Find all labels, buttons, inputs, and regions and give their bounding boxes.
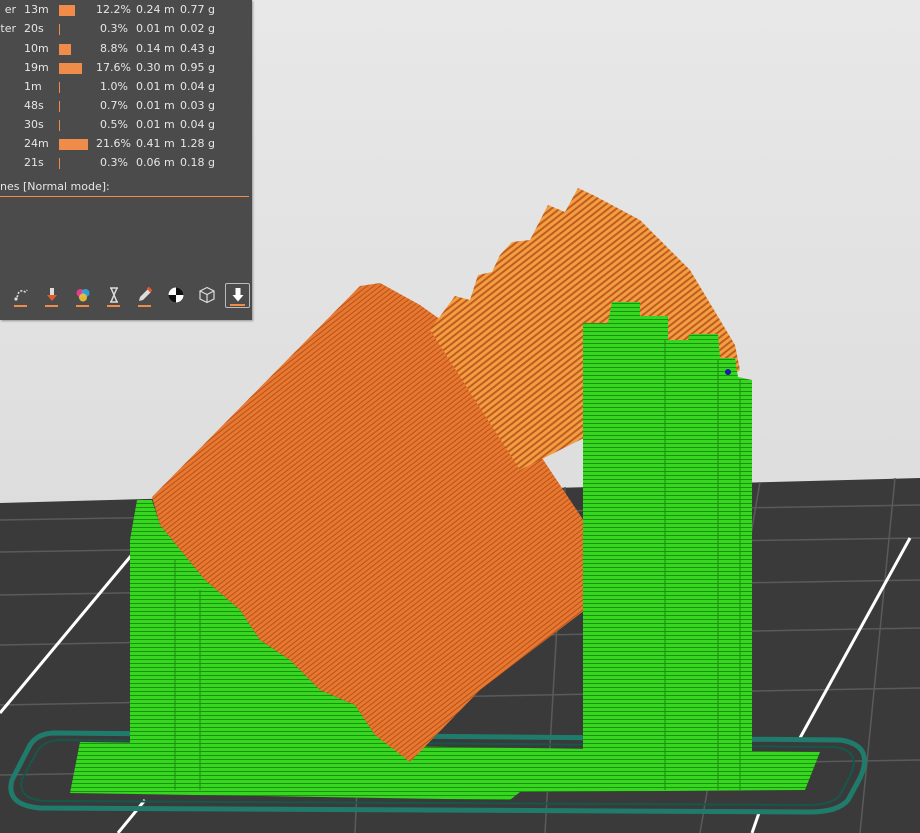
feature-time: 48s bbox=[24, 99, 44, 112]
feature-length: 0.01 m bbox=[136, 118, 175, 131]
feature-percent: 12.2% bbox=[96, 3, 131, 16]
feature-weight: 0.77 g bbox=[180, 3, 215, 16]
feature-percent: 0.7% bbox=[100, 99, 128, 112]
feature-row: 1m 1.0% 0.01 m 0.04 g bbox=[0, 77, 252, 96]
feature-row: 19m 17.6% 0.30 m 0.95 g bbox=[0, 58, 252, 77]
feature-weight: 0.02 g bbox=[180, 22, 215, 35]
seam-marker bbox=[725, 369, 731, 375]
feature-time-bar bbox=[59, 101, 60, 112]
feature-percent: 1.0% bbox=[100, 80, 128, 93]
custom-gcode-icon bbox=[136, 286, 154, 304]
seam-toggle-button[interactable] bbox=[163, 283, 188, 308]
bounding-box-icon bbox=[198, 286, 216, 304]
feature-length: 0.30 m bbox=[136, 61, 175, 74]
travel-icon bbox=[12, 286, 30, 304]
retraction-toggle-button[interactable] bbox=[39, 283, 64, 308]
feature-row: 21s 0.3% 0.06 m 0.18 g bbox=[0, 153, 252, 172]
feature-percent: 8.8% bbox=[100, 42, 128, 55]
infill-tower bbox=[583, 302, 752, 790]
feature-time: 20s bbox=[24, 22, 44, 35]
feature-time-bar bbox=[59, 82, 60, 93]
gcode-stats-panel: er 13m 12.2% 0.24 m 0.77 g eter 20s 0.3% 0.01 m 0… bbox=[0, 0, 252, 320]
feature-percent: 21.6% bbox=[96, 137, 131, 150]
feature-weight: 0.04 g bbox=[180, 118, 215, 131]
feature-time: 13m bbox=[24, 3, 49, 16]
feature-time-bar bbox=[59, 139, 88, 150]
preview-toolbar bbox=[8, 282, 250, 308]
feature-length: 0.24 m bbox=[136, 3, 175, 16]
feature-weight: 0.43 g bbox=[180, 42, 215, 55]
feature-time-bar bbox=[59, 44, 71, 55]
feature-time: 19m bbox=[24, 61, 49, 74]
feature-row: 48s 0.7% 0.01 m 0.03 g bbox=[0, 96, 252, 115]
feature-length: 0.14 m bbox=[136, 42, 175, 55]
feature-time: 24m bbox=[24, 137, 49, 150]
feature-time-bar bbox=[59, 158, 60, 169]
feature-weight: 1.28 g bbox=[180, 137, 215, 150]
feature-time: 10m bbox=[24, 42, 49, 55]
feature-weight: 0.03 g bbox=[180, 99, 215, 112]
feature-weight: 0.18 g bbox=[180, 156, 215, 169]
feature-length: 0.41 m bbox=[136, 137, 175, 150]
feature-percent: 0.3% bbox=[100, 22, 128, 35]
feature-time-bar bbox=[59, 63, 82, 74]
feature-weight: 0.95 g bbox=[180, 61, 215, 74]
color-change-toggle-button[interactable] bbox=[70, 283, 95, 308]
seam-icon bbox=[167, 286, 185, 304]
retraction-icon bbox=[43, 286, 61, 304]
bounding-box-toggle-button[interactable] bbox=[194, 283, 219, 308]
legend-icon bbox=[229, 286, 247, 304]
feature-time: 1m bbox=[24, 80, 42, 93]
feature-name: er bbox=[4, 3, 16, 16]
feature-length: 0.01 m bbox=[136, 80, 175, 93]
feature-name: eter bbox=[0, 22, 16, 35]
travel-toggle-button[interactable] bbox=[8, 283, 33, 308]
feature-percent: 17.6% bbox=[96, 61, 131, 74]
feature-percent: 0.5% bbox=[100, 118, 128, 131]
feature-weight: 0.04 g bbox=[180, 80, 215, 93]
feature-time: 21s bbox=[24, 156, 44, 169]
custom-gcode-toggle-button[interactable] bbox=[132, 283, 157, 308]
feature-row: eter 20s 0.3% 0.01 m 0.02 g bbox=[0, 19, 252, 38]
panel-divider bbox=[0, 196, 249, 197]
feature-row: 10m 8.8% 0.14 m 0.43 g bbox=[0, 39, 252, 58]
pause-icon bbox=[105, 286, 123, 304]
feature-time: 30s bbox=[24, 118, 44, 131]
feature-percent: 0.3% bbox=[100, 156, 128, 169]
feature-time-bar bbox=[59, 24, 60, 35]
feature-row: 24m 21.6% 0.41 m 1.28 g bbox=[0, 134, 252, 153]
feature-length: 0.01 m bbox=[136, 99, 175, 112]
legend-toggle-button[interactable] bbox=[225, 282, 250, 308]
feature-length: 0.01 m bbox=[136, 22, 175, 35]
feature-row: 30s 0.5% 0.01 m 0.04 g bbox=[0, 115, 252, 134]
feature-time-bar bbox=[59, 120, 60, 131]
pause-toggle-button[interactable] bbox=[101, 283, 126, 308]
feature-time-bar bbox=[59, 5, 75, 16]
feature-length: 0.06 m bbox=[136, 156, 175, 169]
times-mode-label: nes [Normal mode]: bbox=[0, 180, 110, 193]
color-change-icon bbox=[74, 286, 92, 304]
feature-row: er 13m 12.2% 0.24 m 0.77 g bbox=[0, 0, 252, 19]
